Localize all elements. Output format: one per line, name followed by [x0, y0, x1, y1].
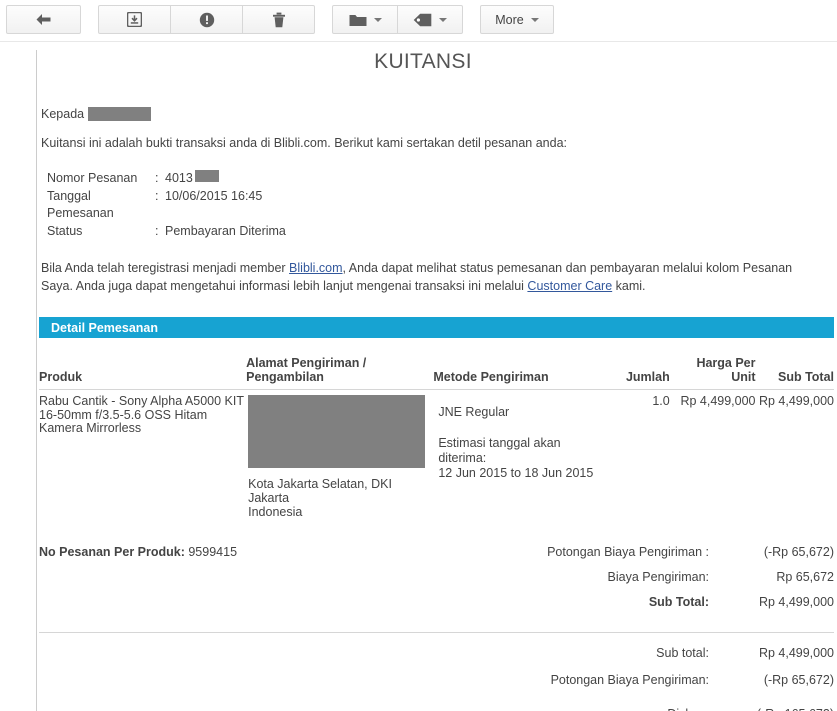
meta-colon: : [155, 223, 159, 238]
item-sums-table: Potongan Biaya Pengiriman : (-Rp 65,672)… [547, 545, 834, 620]
per-product-label: No Pesanan Per Produk: [39, 544, 185, 559]
order-detail-table: Produk Alamat Pengiriman / Pengambilan M… [39, 356, 834, 519]
column-header-subtotal: Sub Total [755, 356, 834, 391]
order-number-redacted-block [194, 170, 219, 182]
per-product-order-number: No Pesanan Per Produk: 9599415 [39, 545, 237, 620]
delete-button[interactable] [242, 5, 315, 34]
back-arrow-icon [35, 13, 52, 26]
meta-row-order-number: Nomor Pesanan : 4013 [47, 170, 837, 188]
intro-paragraph: Kuitansi ini adalah bukti transaksi anda… [41, 136, 567, 150]
total-label: Diskon: [551, 707, 709, 711]
total-row: Sub total: Rp 4,499,000 [551, 646, 834, 673]
total-row: Potongan Biaya Pengiriman: (-Rp 65,672) [551, 673, 834, 707]
sum-row: Sub Total: Rp 4,499,000 [547, 595, 834, 620]
per-product-value: 9599415 [188, 544, 238, 559]
recipient-redacted-block [88, 107, 152, 121]
back-button[interactable] [6, 5, 81, 34]
cell-shipping: JNE Regular Estimasi tanggal akan diteri… [433, 390, 605, 519]
sum-value: Rp 4,499,000 [758, 594, 834, 609]
section-header-order-detail: Detail Pemesanan [39, 317, 834, 339]
meta-label: Tanggal Pemesanan [47, 188, 114, 221]
report-spam-icon [199, 12, 215, 28]
sum-row: Biaya Pengiriman: Rp 65,672 [547, 570, 834, 595]
meta-row-order-date: Tanggal Pemesanan : 10/06/2015 16:45 [47, 188, 837, 223]
total-value: Rp 4,499,000 [758, 645, 834, 660]
address-text: Kota Jakarta Selatan, DKI Jakarta Indone… [248, 476, 392, 519]
sum-label: Potongan Biaya Pengiriman : [547, 544, 709, 559]
order-totals: Sub total: Rp 4,499,000 Potongan Biaya P… [39, 646, 834, 711]
eta-value: 12 Jun 2015 to 18 Jun 2015 [438, 466, 594, 481]
page-title: KUITANSI [374, 50, 472, 73]
meta-colon: : [155, 171, 159, 185]
cell-quantity: 1.0 [652, 394, 670, 409]
more-button-group: More [480, 5, 554, 34]
customer-care-link[interactable]: Customer Care [527, 279, 612, 293]
trash-icon [272, 12, 286, 28]
column-header-metode: Metode Pengiriman [433, 356, 605, 391]
sum-label: Sub Total: [648, 594, 709, 609]
chevron-down-icon [530, 17, 539, 22]
total-value: (-Rp 165,672) [709, 707, 834, 711]
total-row: Diskon: (-Rp 165,672) [551, 707, 834, 711]
mail-toolbar: More [0, 0, 837, 42]
totals-table: Sub total: Rp 4,499,000 Potongan Biaya P… [551, 646, 834, 711]
archive-button[interactable] [98, 5, 171, 34]
cell-sub-total: Rp 4,499,000 [758, 394, 834, 409]
cell-product-name: Rabu Cantik - Sony Alpha A5000 KIT 16-50… [39, 394, 244, 436]
tag-icon [413, 13, 432, 27]
note-part-3: kami. [612, 279, 646, 294]
meta-label: Nomor Pesanan [47, 171, 138, 185]
organize-button-group [332, 5, 463, 34]
chevron-down-icon [439, 17, 447, 22]
back-button-group [6, 5, 81, 34]
move-to-button[interactable] [332, 5, 398, 34]
meta-row-status: Status : Pembayaran Diterima [47, 223, 837, 241]
column-header-alamat: Alamat Pengiriman / Pengambilan [246, 356, 434, 391]
meta-value: 10/06/2015 16:45 [165, 188, 263, 203]
total-value: (-Rp 65,672) [763, 672, 834, 687]
per-product-summary: No Pesanan Per Produk: 9599415 Potongan … [39, 545, 834, 620]
status-value: Pembayaran Diterima [165, 223, 286, 238]
meta-colon: : [155, 188, 159, 203]
table-header-row: Produk Alamat Pengiriman / Pengambilan M… [39, 356, 834, 391]
sum-label: Biaya Pengiriman: [607, 569, 709, 584]
report-spam-button[interactable] [170, 5, 243, 34]
total-label: Potongan Biaya Pengiriman: [550, 672, 709, 687]
shipping-method-value: JNE Regular [438, 405, 510, 420]
archive-icon [127, 12, 142, 27]
totals-divider [39, 631, 834, 633]
folder-icon [349, 13, 367, 27]
sum-value: Rp 65,672 [776, 569, 834, 584]
table-row: Rabu Cantik - Sony Alpha A5000 KIT 16-50… [39, 390, 834, 519]
actions-button-group [98, 5, 315, 34]
blibli-link[interactable]: Blibli.com [289, 261, 343, 275]
total-label: Sub total: [656, 645, 709, 660]
chevron-down-icon [373, 17, 382, 22]
sum-value: (-Rp 65,672) [763, 544, 834, 559]
column-header-produk: Produk [39, 356, 247, 391]
labels-button[interactable] [397, 5, 463, 34]
more-button-label: More [495, 12, 524, 27]
toolbar-divider [0, 41, 837, 42]
meta-value: 4013 [165, 171, 193, 185]
address-redacted-block [248, 395, 426, 469]
column-header-harga: Harga Per Unit [669, 356, 756, 391]
sum-row: Potongan Biaya Pengiriman : (-Rp 65,672) [547, 545, 834, 570]
more-button[interactable]: More [480, 5, 554, 34]
recipient-label: Kepada [41, 107, 85, 121]
note-part-1: Bila Anda telah teregistrasi menjadi mem… [41, 261, 290, 276]
eta-label: Estimasi tanggal akan diterima: [438, 436, 561, 466]
membership-note: Bila Anda telah teregistrasi menjadi mem… [41, 259, 824, 295]
cell-unit-price: Rp 4,499,000 [680, 394, 756, 409]
order-meta-list: Nomor Pesanan : 4013 Tanggal Pemesanan :… [47, 170, 837, 240]
cell-address: Kota Jakarta Selatan, DKI Jakarta Indone… [246, 390, 433, 519]
meta-label: Status [47, 223, 83, 238]
column-header-jumlah: Jumlah [604, 356, 670, 391]
email-body: KUITANSI Kepada Kuitansi ini adalah bukt… [36, 50, 837, 711]
recipient-row: Kepada [41, 107, 837, 121]
